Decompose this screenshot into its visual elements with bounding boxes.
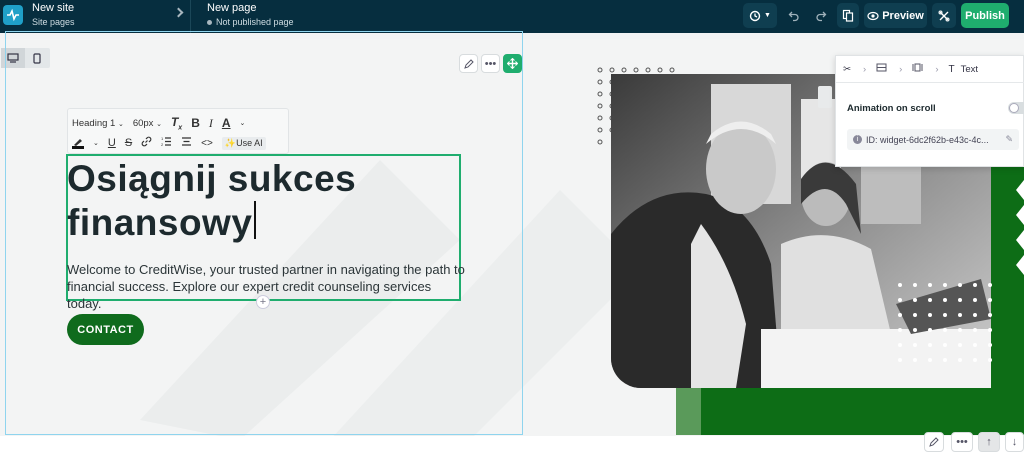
chevron-down-icon: ▼ [764,12,771,19]
more-options-button[interactable]: ••• [481,54,500,73]
use-ai-button[interactable]: ✨Use AI [221,136,266,150]
chevron-right-icon: › [862,63,867,75]
site-title[interactable]: New site [32,2,74,14]
column-icon[interactable] [912,63,923,75]
section-layout-icon[interactable] [876,63,887,75]
svg-text:2: 2 [161,142,164,147]
status-dot-icon [207,19,212,25]
drag-handle[interactable] [818,86,832,108]
site-pages-link[interactable]: Site pages [32,17,75,27]
arrow-down-icon: ↓ [1011,436,1018,448]
chevron-right-icon[interactable] [173,7,184,18]
publish-button[interactable]: Publish [961,3,1009,28]
pencil-icon [929,437,939,447]
svg-text:1: 1 [161,136,164,141]
element-settings-panel: ✂ › › › T Text Animation on scroll i ID:… [835,55,1024,167]
breadcrumb-current[interactable]: Text [961,64,978,75]
underline-icon[interactable]: U [108,137,116,149]
text-format-toolbar: Heading 1 ⌄ 60px ⌄ Tx B I A ⌄ ⌄ U S 12 <… [67,108,289,154]
move-up-button[interactable]: ↑ [978,432,1000,452]
page-status-text: Not published page [216,17,294,27]
edit-section-button[interactable] [459,54,478,73]
hero-heading-line2: finansowy [67,202,253,243]
pencil-icon[interactable]: ✎ [1005,134,1013,145]
hero-heading-line1: Osiągnij sukces [67,158,357,199]
chevron-down-icon[interactable]: ⌄ [240,119,246,127]
undo-icon [788,11,799,21]
move-icon [507,58,518,69]
edit-block-button[interactable] [924,432,944,452]
use-ai-label: Use AI [236,137,263,148]
align-icon[interactable] [181,136,192,150]
next-section [0,436,1024,467]
page-title[interactable]: New page [207,2,257,14]
link-icon[interactable] [141,136,152,150]
contact-button[interactable]: CONTACT [67,314,144,345]
green-accent-stripe [676,385,701,435]
preview-button[interactable]: Preview [864,3,927,28]
widget-id-field[interactable]: i ID: widget-6dc2f62b-e43c-4c... ✎ [847,129,1019,150]
block-more-button[interactable]: ••• [951,432,973,452]
breadcrumb: ✂ › › › T Text [836,56,1024,83]
chevron-right-icon: › [935,63,939,75]
decorative-white-dots [898,283,992,362]
hero-heading[interactable]: Osiągnij sukces finansowy [67,157,356,245]
divider [190,0,191,33]
pages-icon [842,9,854,22]
app-logo-icon[interactable] [3,5,23,25]
clear-format-icon[interactable]: Tx [171,115,182,131]
redo-icon [816,11,827,21]
chevron-down-icon: ⌄ [156,120,162,128]
preview-label: Preview [882,9,924,22]
chevron-down-icon[interactable]: ⌄ [93,139,99,147]
history-icon [749,10,761,21]
page-status: Not published page [207,17,294,27]
highlight-color-icon[interactable] [72,137,84,149]
tools-button[interactable] [932,3,956,28]
font-size-value: 60px [132,117,154,129]
move-section-button[interactable] [503,54,522,73]
info-icon: i [853,135,862,144]
bold-icon[interactable]: B [191,116,200,130]
heading-level-value: Heading 1 [72,117,116,129]
text-caret [254,201,257,239]
undo-button[interactable] [783,3,805,28]
arrow-up-icon: ↑ [986,436,992,448]
animation-toggle[interactable] [1008,102,1024,114]
chevron-down-icon: ⌄ [117,120,124,128]
history-button[interactable]: ▼ [743,3,777,28]
widget-id-text: ID: widget-6dc2f62b-e43c-4c... [866,134,989,145]
add-element-button[interactable]: + [256,295,270,309]
magic-wand-icon: ✨ [224,137,237,148]
top-bar: New site Site pages New page Not publish… [0,0,1024,33]
text-color-icon[interactable]: A [222,116,231,130]
eye-icon [867,11,879,20]
tools-icon[interactable]: ✂ [843,64,851,75]
move-down-button[interactable]: ↓ [1005,432,1024,452]
pencil-icon [463,58,474,69]
more-icon: ••• [956,436,968,448]
tools-icon [938,10,950,21]
heading-level-select[interactable]: Heading 1 ⌄ [72,118,124,129]
strikethrough-icon[interactable]: S [125,137,132,149]
pages-button[interactable] [837,3,859,28]
more-icon: ••• [484,57,497,70]
ordered-list-icon[interactable]: 12 [161,136,172,150]
code-icon[interactable]: <> [201,138,213,149]
decorative-arrows [1016,180,1024,275]
chevron-right-icon: › [899,63,903,75]
italic-icon[interactable]: I [209,116,213,131]
redo-button[interactable] [810,3,832,28]
green-accent-shape-bottom [676,385,1024,435]
font-size-select[interactable]: 60px ⌄ [133,118,162,129]
animation-label: Animation on scroll [847,103,936,114]
text-type-icon: T [948,63,955,75]
